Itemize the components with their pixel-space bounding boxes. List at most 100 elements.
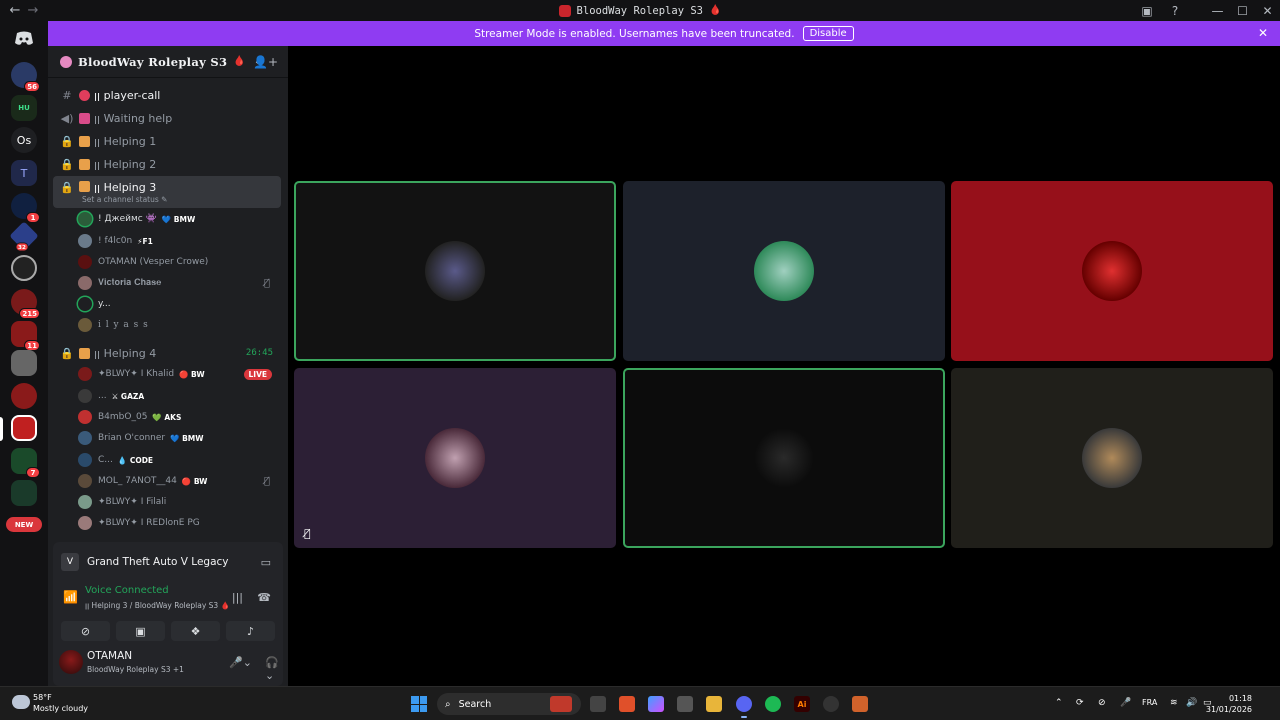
inbox-icon[interactable]: ▣ [1133, 0, 1161, 21]
participant-tile[interactable] [623, 368, 945, 548]
rail-item-4[interactable]: T [11, 160, 37, 186]
channel-helping-3[interactable]: 🔒 ꞁꞁ Helping 3 Set a channel status ✎ [53, 176, 281, 208]
noise-suppression-icon[interactable]: ||| [232, 591, 243, 604]
app-icon[interactable] [852, 696, 868, 712]
rail-item-1[interactable]: 56 [11, 62, 40, 92]
voice-user[interactable]: y... [78, 294, 278, 314]
language-indicator[interactable]: FRA [1142, 698, 1157, 707]
user-tag: ⚔ GAZA [111, 391, 145, 401]
illustrator-icon[interactable]: Ai [794, 696, 810, 712]
user-name: C... [98, 455, 113, 465]
weather-temperature[interactable]: 58°F [33, 693, 52, 702]
rail-item-11[interactable] [11, 383, 37, 409]
voice-user[interactable]: ✦BLWY✦ I Khalid 🔴 BW LIVE [78, 364, 278, 384]
cloud-icon[interactable] [12, 695, 30, 709]
share-screen-button[interactable]: ▣ [116, 621, 165, 641]
user-name: B4mbO_05 [98, 412, 148, 422]
voice-user[interactable]: MOL_ 7ANOT__44 🔴 BW 🎙̸ [78, 471, 278, 491]
spotify-icon[interactable] [765, 696, 781, 712]
participant-tile[interactable] [951, 368, 1273, 548]
voice-user[interactable]: i l y a s s [78, 315, 278, 335]
voice-user[interactable]: C... 💧 CODE [78, 450, 278, 470]
guild-header[interactable]: BloodWay Roleplay S3 🩸 ⌄ 👤+ [48, 46, 288, 78]
voice-user[interactable]: ... ⚔ GAZA [78, 386, 278, 406]
voice-connected-label[interactable]: Voice Connected [85, 585, 169, 596]
participant-tile[interactable] [294, 181, 616, 361]
rail-label: Os [16, 133, 32, 147]
participant-tile[interactable]: 🎙̸ [294, 368, 616, 548]
rail-item-3[interactable]: Os [11, 127, 37, 153]
microphone-icon[interactable]: 🎤⌄ [229, 656, 252, 669]
windows-start-icon[interactable] [411, 696, 427, 712]
steam-icon[interactable] [823, 696, 839, 712]
set-channel-status[interactable]: Set a channel status ✎ [82, 195, 167, 204]
avatar [78, 234, 92, 248]
channel-helping-1[interactable]: 🔒 ꞁꞁ Helping 1 [53, 130, 281, 152]
mic-tray-icon[interactable]: 🎤 [1120, 698, 1131, 708]
user-name: ✦BLWY✦ I Khalid [98, 369, 175, 379]
channel-waiting-help[interactable]: ◀) ꞁꞁ Waiting help [53, 107, 281, 129]
sync-icon[interactable]: ⟳ [1076, 698, 1084, 708]
voice-user[interactable]: ✦BLWY✦ I Filali [78, 492, 278, 512]
voice-user[interactable]: ✦BLWY✦ I REDlonE PG [78, 513, 278, 533]
maximize-icon[interactable]: ☐ [1230, 0, 1255, 21]
activities-button[interactable]: ❖ [171, 621, 220, 641]
forward-arrow-icon[interactable]: → [24, 3, 42, 18]
chevron-up-icon[interactable]: ⌃ [1055, 698, 1063, 708]
channel-player-call[interactable]: # ꞁꞁ player-call [53, 84, 281, 106]
minimize-icon[interactable]: — [1205, 0, 1230, 21]
my-username[interactable]: OTAMAN [87, 650, 132, 662]
disable-button[interactable]: Disable [802, 26, 854, 41]
close-window-icon[interactable]: ✕ [1255, 0, 1280, 21]
search-label: Search [458, 698, 492, 710]
help-icon[interactable]: ? [1161, 0, 1189, 21]
rail-item-home[interactable] [11, 25, 37, 51]
network-off-icon[interactable]: ⊘ [1098, 698, 1106, 708]
file-explorer-icon[interactable] [706, 696, 722, 712]
rail-item-5[interactable]: 1 [11, 193, 40, 223]
discord-taskbar-icon[interactable] [736, 696, 752, 718]
promo-icon[interactable] [550, 696, 572, 712]
voice-user[interactable]: ! f4lc0n ⚡F1 [78, 231, 278, 251]
wifi-icon[interactable]: ≋ [1170, 698, 1178, 708]
close-icon[interactable]: ✕ [1258, 26, 1268, 40]
lock-icon: 🔒 [60, 346, 74, 360]
rail-item-10[interactable] [11, 350, 37, 376]
stream-game-icon[interactable]: ▭ [261, 556, 271, 569]
lock-icon: 🔒 [60, 181, 74, 194]
voice-user[interactable]: 𝐕𝐢𝐜𝐭𝐨𝐫𝐢𝐚 𝐂𝐡𝐚𝐬𝐞 🎙̸ [78, 273, 278, 293]
signal-icon[interactable]: 📶 [63, 590, 78, 604]
task-view-icon[interactable] [590, 696, 606, 712]
rail-item-13[interactable]: 7 [11, 448, 40, 478]
voice-channel-path[interactable]: ꞁꞁ Helping 3 / BloodWay Roleplay S3 🩸 [85, 601, 230, 610]
rail-item-14[interactable] [11, 480, 37, 506]
participant-tile[interactable] [623, 181, 945, 361]
channel-helping-4[interactable]: 🔒 ꞁꞁ Helping 4 26:45 [53, 342, 281, 364]
voice-user[interactable]: ! Джеймс 👾 💙 BMW [78, 209, 278, 229]
participant-tile[interactable] [951, 181, 1273, 361]
avatar[interactable] [59, 650, 83, 674]
camera-off-button[interactable]: ⊘ [61, 621, 110, 641]
voice-user[interactable]: Brian O'conner 💙 BMW [78, 428, 278, 448]
rail-item-2[interactable]: HU [11, 95, 37, 121]
taskbar-clock[interactable]: 01:18 31/01/2026 [1206, 693, 1252, 715]
back-arrow-icon[interactable]: ← [6, 3, 24, 18]
headphones-icon[interactable]: 🎧⌄ [265, 656, 283, 682]
disconnect-icon[interactable]: ☎ [257, 591, 271, 604]
rail-item-8[interactable]: 215 [11, 289, 40, 319]
weather-description[interactable]: Mostly cloudy [33, 704, 88, 713]
invite-people-icon[interactable]: 👤+ [253, 55, 278, 69]
channel-helping-2[interactable]: 🔒 ꞁꞁ Helping 2 [53, 153, 281, 175]
rail-item-6[interactable]: 32 [9, 221, 39, 252]
voice-user[interactable]: OTAMAN (Vesper Crowe) [78, 252, 278, 272]
store-icon[interactable] [677, 696, 693, 712]
rail-item-12[interactable] [11, 415, 37, 441]
copilot-icon[interactable] [648, 696, 664, 712]
brave-icon[interactable] [619, 696, 635, 712]
voice-user[interactable]: B4mbO_05 💚 AKS [78, 407, 278, 427]
rail-item-7[interactable] [11, 255, 37, 281]
soundboard-button[interactable]: ♪ [226, 621, 275, 641]
rail-item-9[interactable]: 11 [11, 321, 40, 351]
volume-icon[interactable]: 🔊 [1186, 698, 1197, 708]
game-activity[interactable]: V Grand Theft Auto V Legacy ▭ [61, 550, 275, 574]
